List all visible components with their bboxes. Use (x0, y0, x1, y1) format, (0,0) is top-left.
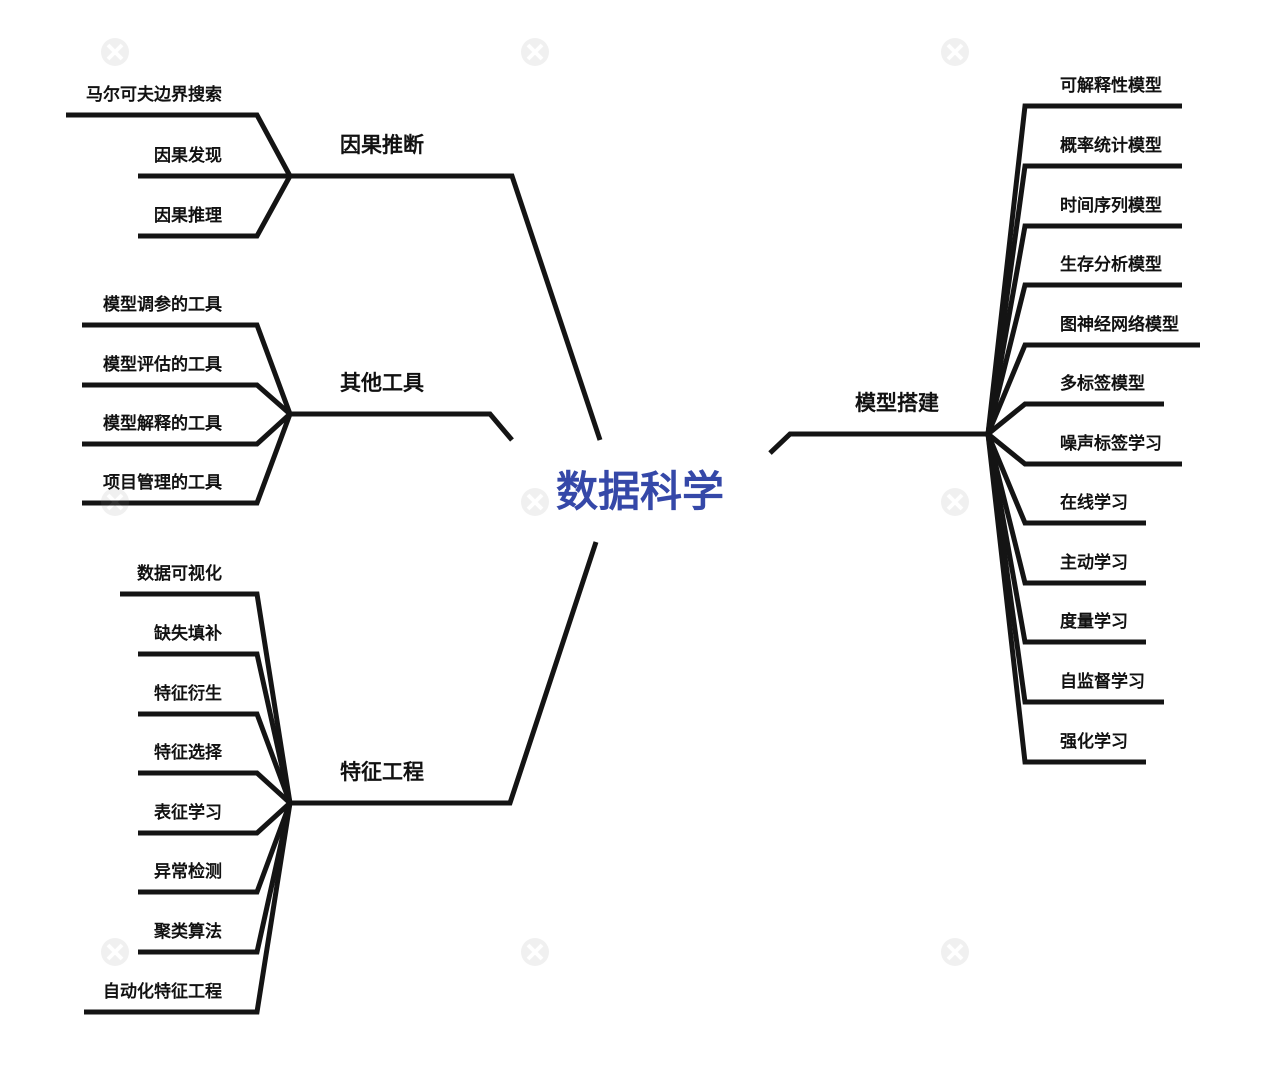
leaf-topic[interactable]: 聚类算法 (153, 921, 222, 942)
branch-connector-tools (290, 411, 514, 442)
leaf-topic[interactable]: 表征学习 (154, 802, 222, 823)
mind-map: 数据科学 因果推断马尔可夫边界搜索因果发现因果推理其他工具模型调参的工具模型评估… (66, 75, 1200, 1015)
leaf-connector (986, 401, 1164, 436)
xmind-logo-icon (910, 930, 1000, 1020)
leaf-topic[interactable]: 模型调参的工具 (103, 294, 222, 315)
leaf-topic[interactable]: 在线学习 (1060, 492, 1128, 513)
root-topic[interactable]: 数据科学 (556, 467, 724, 516)
branch-topic-modeling[interactable]: 模型搭建 (855, 391, 939, 415)
leaf-topic[interactable]: 多标签模型 (1060, 373, 1145, 394)
xmind-logo-icon (70, 930, 160, 1020)
xmind-logo-icon (910, 30, 1000, 120)
branch-connector-feature (290, 541, 599, 806)
leaf-topic[interactable]: 概率统计模型 (1060, 135, 1162, 156)
connector-lines (66, 103, 1200, 1015)
xmind-logo-icon (490, 480, 580, 570)
leaf-topic[interactable]: 强化学习 (1060, 731, 1128, 752)
leaf-topic[interactable]: 度量学习 (1060, 611, 1128, 632)
leaf-topic[interactable]: 时间序列模型 (1060, 195, 1162, 216)
xmind-logo-icon (490, 30, 580, 120)
leaf-topic[interactable]: 图神经网络模型 (1060, 314, 1179, 335)
branch-connector-causal (290, 173, 603, 441)
leaf-topic[interactable]: 生存分析模型 (1060, 254, 1162, 275)
leaf-topic[interactable]: 特征衍生 (154, 683, 222, 704)
xmind-logo-icon (490, 930, 580, 1020)
branch-topic-causal[interactable]: 因果推断 (340, 133, 424, 157)
xmind-logo-icon (70, 480, 160, 570)
xmind-logo-icon (910, 480, 1000, 570)
leaf-topic[interactable]: 模型解释的工具 (103, 413, 222, 434)
leaf-topic[interactable]: 异常检测 (154, 861, 222, 882)
branch-topic-feature[interactable]: 特征工程 (340, 760, 424, 784)
leaf-topic[interactable]: 特征选择 (154, 742, 223, 763)
branch-topic-tools[interactable]: 其他工具 (340, 371, 424, 395)
leaf-connector (138, 770, 292, 805)
leaf-topic[interactable]: 主动学习 (1060, 552, 1128, 573)
leaf-connector (82, 382, 292, 416)
leaf-topic[interactable]: 因果发现 (154, 145, 222, 166)
leaf-topic[interactable]: 因果推理 (154, 205, 222, 226)
xmind-logo-icon (70, 30, 160, 120)
leaf-topic[interactable]: 自监督学习 (1060, 671, 1145, 692)
leaf-topic[interactable]: 缺失填补 (154, 623, 222, 644)
leaf-topic[interactable]: 可解释性模型 (1060, 75, 1162, 96)
leaf-topic[interactable]: 噪声标签学习 (1060, 433, 1162, 454)
leaf-topic[interactable]: 模型评估的工具 (103, 354, 222, 375)
branch-connector-modeling (768, 431, 988, 455)
